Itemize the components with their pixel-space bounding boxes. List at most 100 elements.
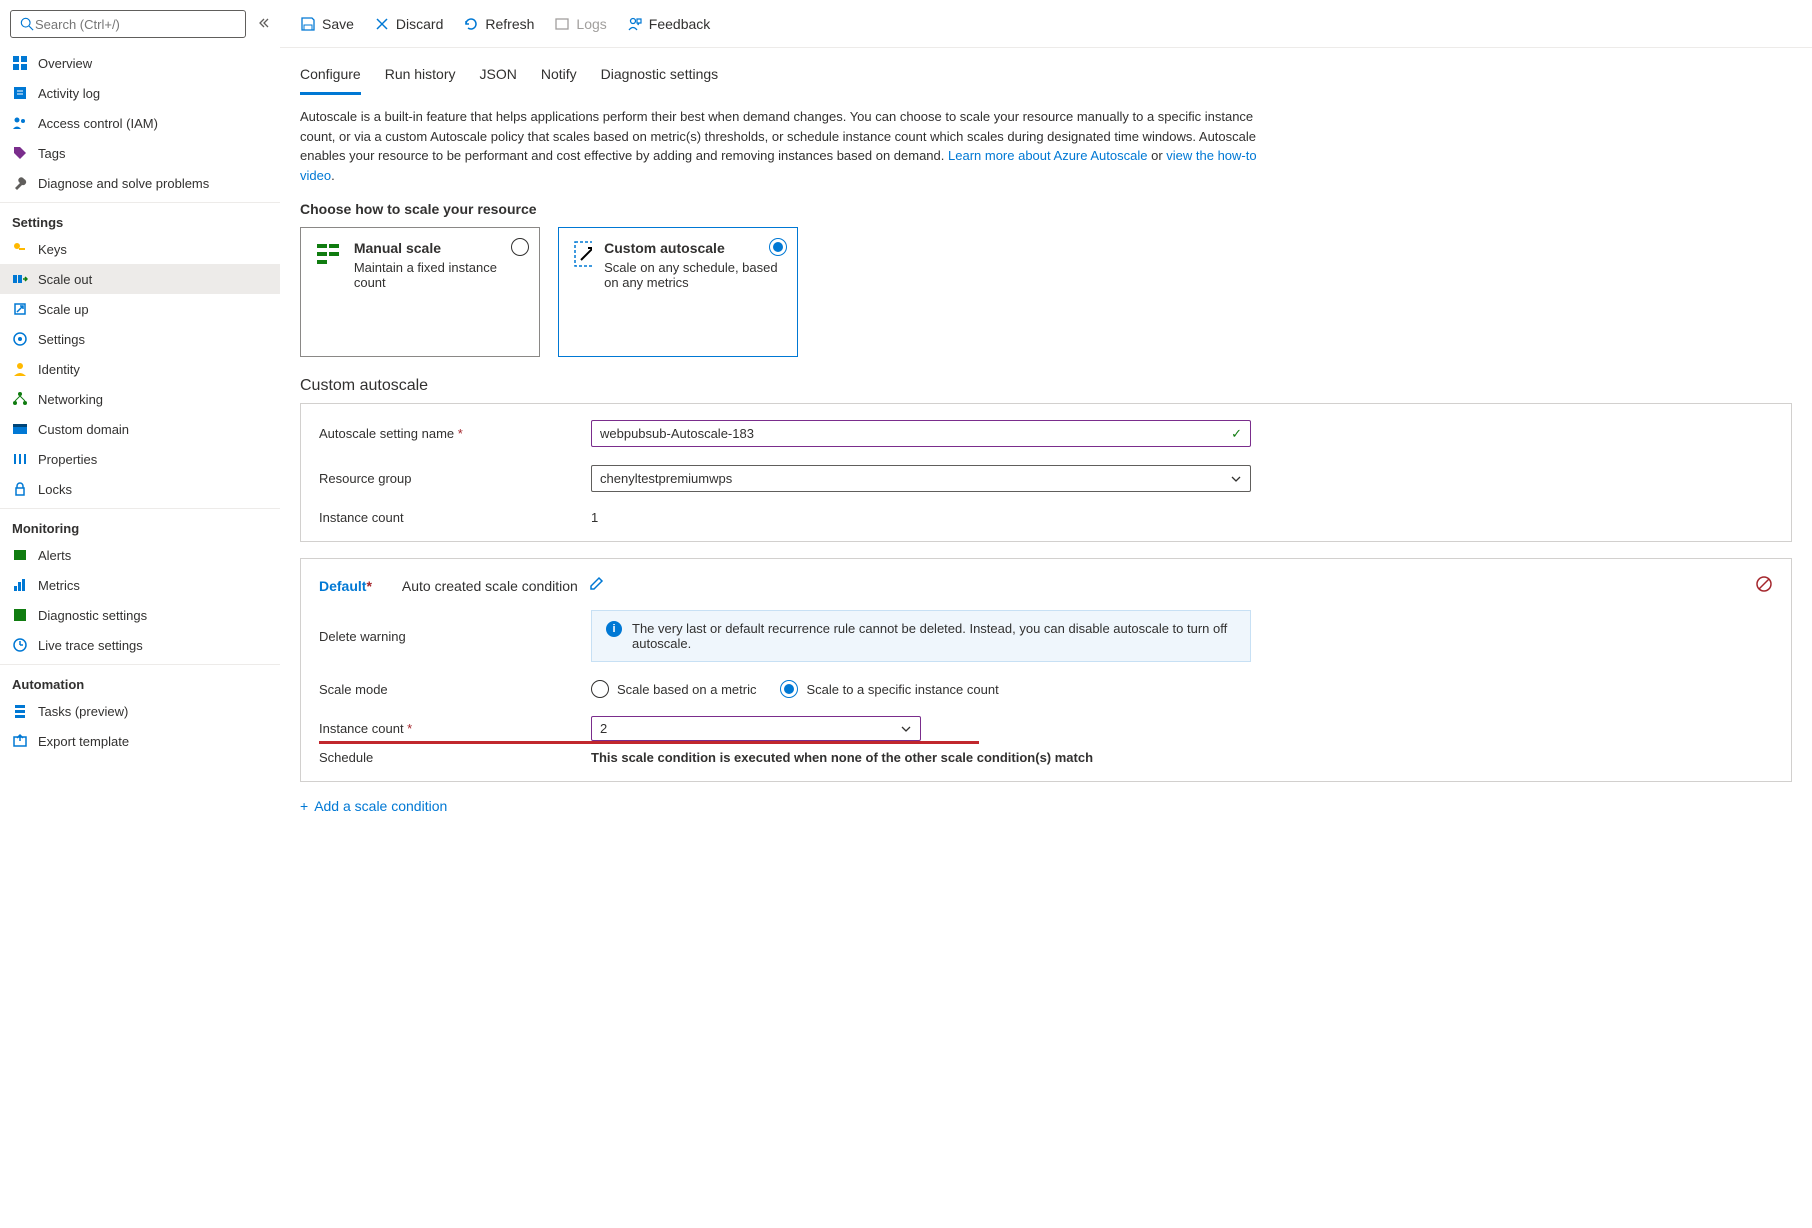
tab-run-history[interactable]: Run history [385,60,456,95]
scale-cards: Manual scale Maintain a fixed instance c… [300,227,1792,357]
radio-scale-metric[interactable]: Scale based on a metric [591,680,756,698]
nav-group-monitoring: Monitoring [0,508,280,540]
nav-live-trace[interactable]: Live trace settings [0,630,280,660]
cond-instance-count-select[interactable]: 2 [591,716,921,741]
resource-group-select[interactable]: chenyltestpremiumwps [591,465,1251,492]
nav-group-automation: Automation [0,664,280,696]
domain-icon [12,421,28,437]
nav-label: Networking [38,392,103,407]
custom-desc: Scale on any schedule, based on any metr… [604,260,783,290]
nav-label: Diagnose and solve problems [38,176,209,191]
card-manual-scale[interactable]: Manual scale Maintain a fixed instance c… [300,227,540,357]
intro-part3: . [331,168,335,183]
logs-button: Logs [554,16,606,32]
nav-diagnose[interactable]: Diagnose and solve problems [0,168,280,198]
feedback-label: Feedback [649,16,710,32]
nav-properties[interactable]: Properties [0,444,280,474]
refresh-label: Refresh [485,16,534,32]
refresh-button[interactable]: Refresh [463,16,534,32]
feedback-icon [627,16,643,32]
nav-label: Tags [38,146,65,161]
nav-label: Identity [38,362,80,377]
tab-json[interactable]: JSON [480,60,517,95]
nav-diag-settings[interactable]: Diagnostic settings [0,600,280,630]
nav-alerts[interactable]: Alerts [0,540,280,570]
row-resource-group: Resource group chenyltestpremiumwps [319,465,1773,492]
custom-title: Custom autoscale [604,240,783,256]
setting-name-value: webpubsub-Autoscale-183 [600,426,754,441]
card-custom-autoscale[interactable]: Custom autoscale Scale on any schedule, … [558,227,798,357]
nav-keys[interactable]: Keys [0,234,280,264]
nav-tags[interactable]: Tags [0,138,280,168]
people-icon [12,115,28,131]
radio-circle [591,680,609,698]
save-label: Save [322,16,354,32]
collapse-sidebar-icon[interactable] [258,17,270,32]
search-input[interactable] [35,17,237,32]
nav-tasks[interactable]: Tasks (preview) [0,696,280,726]
save-button[interactable]: Save [300,16,354,32]
tab-diag[interactable]: Diagnostic settings [601,60,719,95]
nav-label: Overview [38,56,92,71]
setting-name-input[interactable]: webpubsub-Autoscale-183 ✓ [591,420,1251,447]
nav-overview[interactable]: Overview [0,48,280,78]
diag-icon [12,607,28,623]
nav-label: Live trace settings [38,638,143,653]
discard-button[interactable]: Discard [374,16,443,32]
main-content: Save Discard Refresh Logs Feedback Confi… [280,0,1812,1228]
radio-custom[interactable] [769,238,787,256]
radio-label-metric: Scale based on a metric [617,682,756,697]
nav-networking[interactable]: Networking [0,384,280,414]
nav-scale-up[interactable]: Scale up [0,294,280,324]
tab-configure[interactable]: Configure [300,60,361,95]
resource-group-value: chenyltestpremiumwps [600,471,732,486]
nav-custom-domain[interactable]: Custom domain [0,414,280,444]
radio-scale-specific[interactable]: Scale to a specific instance count [780,680,998,698]
feedback-button[interactable]: Feedback [627,16,710,32]
chevron-down-icon [900,723,912,735]
nav-label: Properties [38,452,97,467]
alerts-icon [12,547,28,563]
scale-mode-radio-group: Scale based on a metric Scale to a speci… [591,680,1773,698]
nav-settings[interactable]: Settings [0,324,280,354]
tabs: Configure Run history JSON Notify Diagno… [280,48,1812,95]
search-box[interactable] [10,10,246,38]
radio-label-specific: Scale to a specific instance count [806,682,998,697]
toolbar: Save Discard Refresh Logs Feedback [280,0,1812,48]
nav-access-control[interactable]: Access control (IAM) [0,108,280,138]
nav-export[interactable]: Export template [0,726,280,756]
edit-condition-icon[interactable] [588,576,604,595]
sidebar: Overview Activity log Access control (IA… [0,0,280,1228]
nav-label: Locks [38,482,72,497]
save-icon [300,16,316,32]
row-cond-instance-count: Instance count * 2 [319,716,1773,741]
radio-manual[interactable] [511,238,529,256]
nav-label: Scale out [38,272,92,287]
nav-label: Keys [38,242,67,257]
nav-label: Custom domain [38,422,129,437]
nav-identity[interactable]: Identity [0,354,280,384]
delete-condition-icon[interactable] [1755,575,1773,596]
search-icon [19,16,35,32]
custom-autoscale-heading: Custom autoscale [300,377,1792,395]
check-icon: ✓ [1231,426,1242,442]
nav-scale-out[interactable]: Scale out [0,264,280,294]
tab-notify[interactable]: Notify [541,60,577,95]
intro-link-learn[interactable]: Learn more about Azure Autoscale [948,148,1147,163]
setting-name-label: Autoscale setting name * [319,426,591,441]
lock-icon [12,481,28,497]
nav-label: Activity log [38,86,100,101]
nav-activity-log[interactable]: Activity log [0,78,280,108]
nav-metrics[interactable]: Metrics [0,570,280,600]
add-scale-condition-link[interactable]: + Add a scale condition [300,798,1792,814]
discard-icon [374,16,390,32]
refresh-icon [463,16,479,32]
info-box: i The very last or default recurrence ru… [591,610,1251,662]
scale-up-icon [12,301,28,317]
nav-locks[interactable]: Locks [0,474,280,504]
plus-icon: + [300,798,308,814]
scale-mode-label: Scale mode [319,682,591,697]
row-scale-mode: Scale mode Scale based on a metric Scale… [319,680,1773,698]
condition-header: Default* Auto created scale condition [319,575,1773,596]
nav-label: Metrics [38,578,80,593]
